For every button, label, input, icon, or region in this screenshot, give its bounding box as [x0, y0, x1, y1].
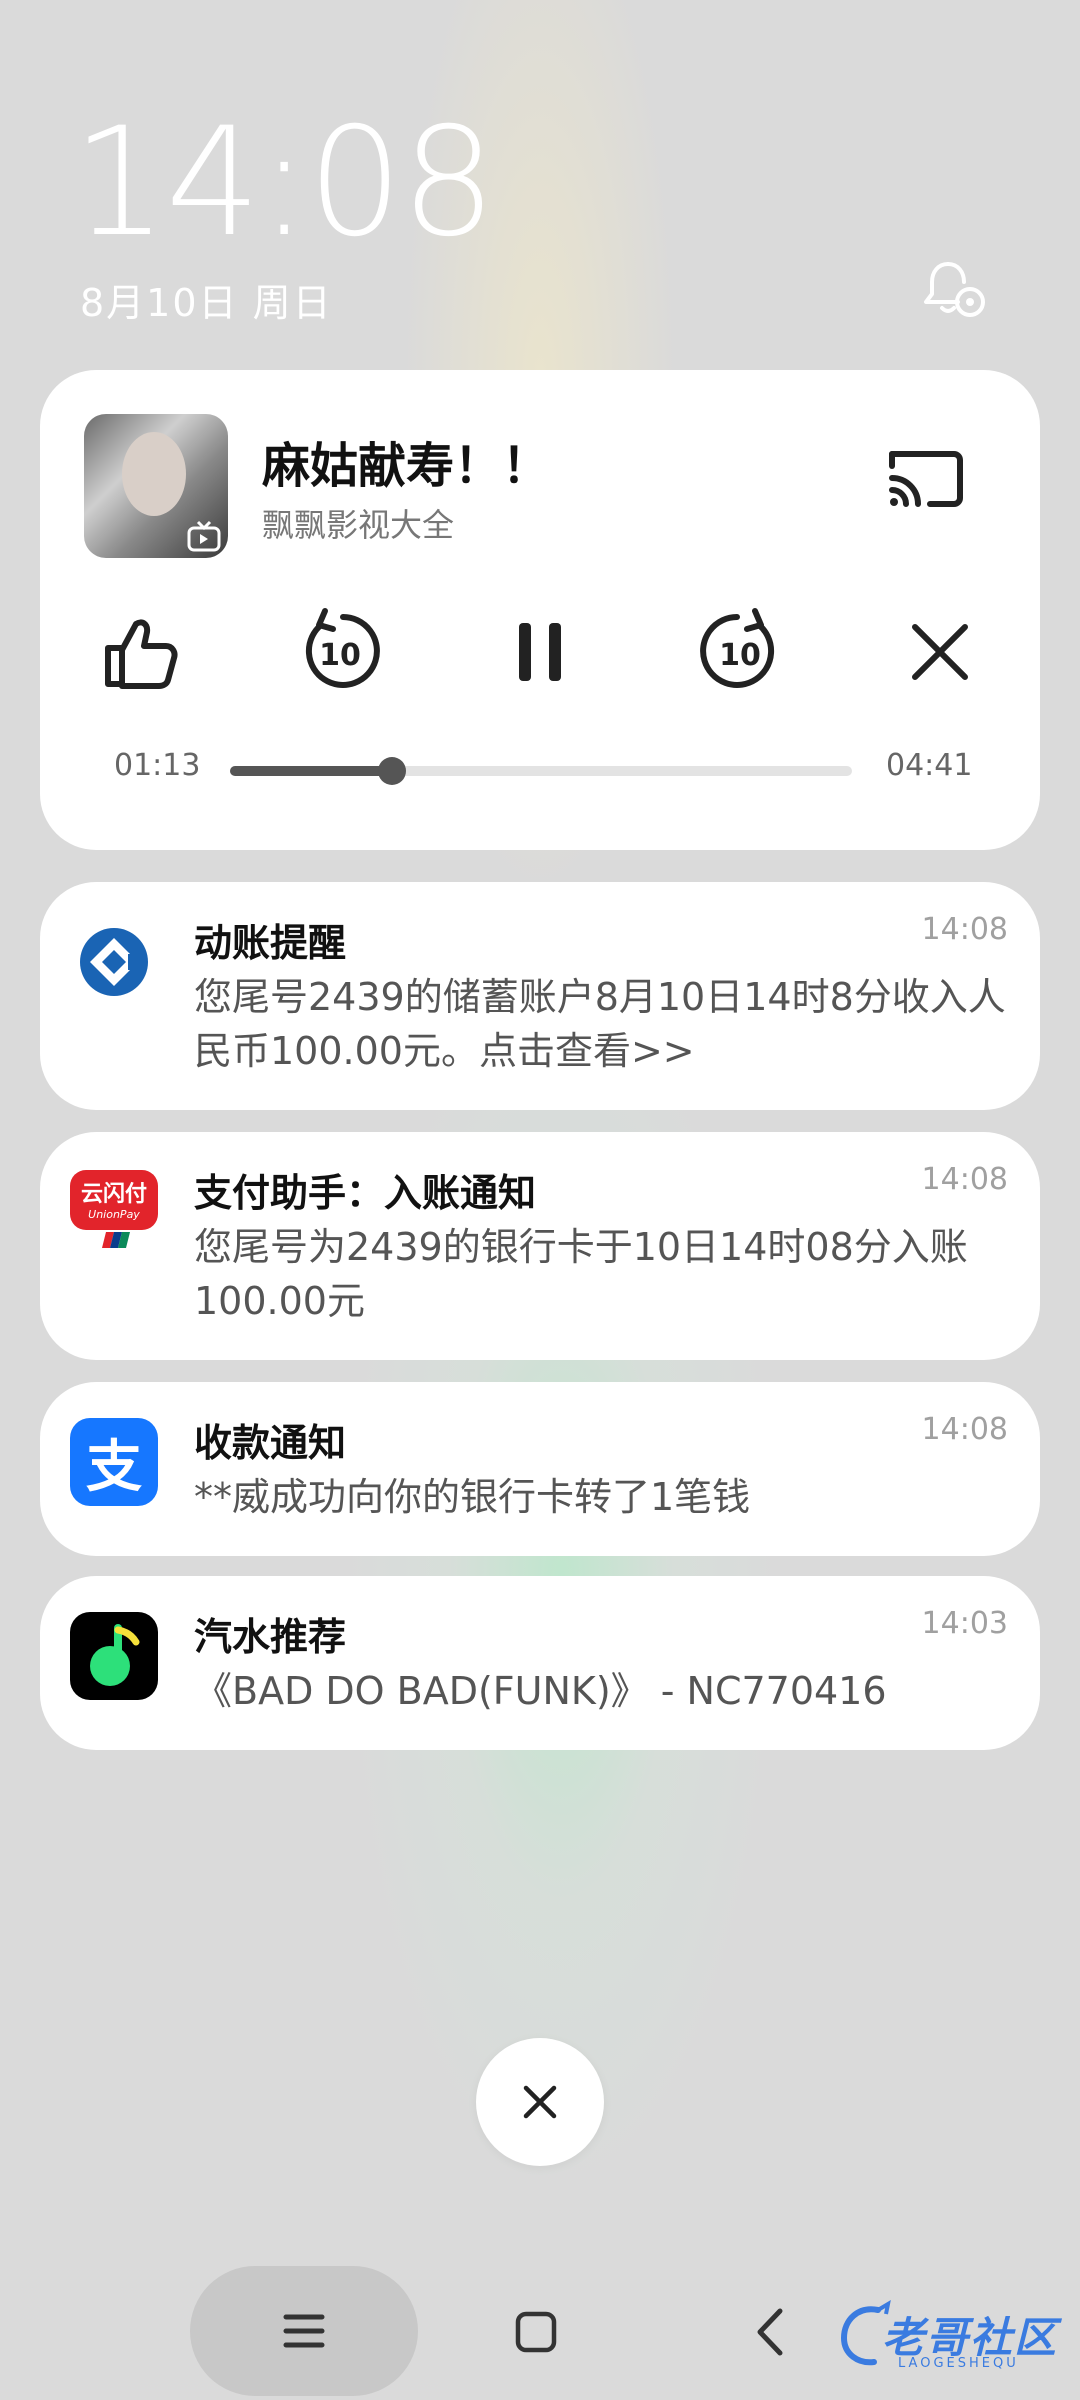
- alipay-app-icon: 支: [70, 1418, 158, 1506]
- svg-text:10: 10: [719, 638, 761, 673]
- notification-ccb[interactable]: 动账提醒 14:08 您尾号2439的储蓄账户8月10日14时8分收入人民币10…: [40, 882, 1040, 1110]
- notification-time: 14:08: [921, 912, 1008, 947]
- notification-body: 《BAD DO BAD(FUNK)》 - NC770416: [194, 1669, 887, 1713]
- back-icon: [757, 2308, 783, 2356]
- nav-recents-button[interactable]: [190, 2266, 418, 2396]
- notification-title: 动账提醒: [194, 921, 347, 965]
- notification-alipay[interactable]: 支 收款通知 14:08 **威成功向你的银行卡转了1笔钱: [40, 1382, 1040, 1556]
- home-square-icon: [515, 2311, 557, 2353]
- unionpay-icon-sub: UnionPay: [88, 1208, 140, 1221]
- notification-unionpay[interactable]: 云闪付 UnionPay 支付助手：入账通知 14:08 您尾号为2439的银行…: [40, 1132, 1040, 1360]
- menu-icon: [283, 2314, 325, 2348]
- notification-title: 支付助手：入账通知: [194, 1171, 537, 1215]
- lockscreen-clock: 14:08: [72, 96, 496, 270]
- notification-qishui[interactable]: 汽水推荐 14:03 《BAD DO BAD(FUNK)》 - NC770416: [40, 1576, 1040, 1750]
- progress-bar[interactable]: [230, 757, 852, 785]
- unionpay-icon-text: 云闪付: [80, 1182, 147, 1207]
- clear-notifications-button[interactable]: [476, 2038, 604, 2166]
- pause-icon[interactable]: [490, 602, 590, 702]
- close-icon[interactable]: [890, 602, 990, 702]
- media-source: 飘飘影视大全: [262, 506, 455, 544]
- cover-art: [122, 432, 186, 516]
- notification-body: 您尾号为2439的银行卡于10日14时08分入账100.00元: [194, 1225, 968, 1323]
- ccb-app-icon: [70, 918, 158, 1006]
- unionpay-stripes-icon: [102, 1232, 130, 1248]
- svg-text:10: 10: [319, 638, 361, 673]
- progress-fill: [230, 766, 392, 776]
- rewind-10-icon[interactable]: 10: [290, 602, 390, 702]
- lockscreen-date: 8月10日 周日: [80, 281, 333, 325]
- notification-title: 收款通知: [194, 1421, 347, 1465]
- watermark-sub: LAOGESHEQU: [898, 2356, 1019, 2371]
- progress-knob[interactable]: [377, 757, 406, 785]
- alipay-icon-glyph: 支: [86, 1434, 142, 1500]
- notification-body: 您尾号2439的储蓄账户8月10日14时8分收入人民币100.00元。点击查看>…: [194, 975, 1006, 1073]
- close-icon: [523, 2085, 557, 2119]
- media-title: 麻姑献寿！！: [262, 438, 551, 494]
- cast-icon[interactable]: [886, 444, 966, 514]
- notification-body: **威成功向你的银行卡转了1笔钱: [194, 1475, 751, 1519]
- unionpay-app-icon: 云闪付 UnionPay: [70, 1170, 158, 1230]
- nav-back-button[interactable]: [740, 2294, 800, 2370]
- tv-badge-icon: [186, 520, 222, 552]
- qishui-app-icon: [70, 1612, 158, 1700]
- media-player-card[interactable]: 麻姑献寿！！ 飘飘影视大全 10 10 01:13 04:41: [40, 370, 1040, 850]
- notification-settings-icon[interactable]: [918, 252, 994, 328]
- notification-time: 14:03: [921, 1606, 1008, 1641]
- like-icon[interactable]: [90, 602, 190, 702]
- notification-time: 14:08: [921, 1412, 1008, 1447]
- album-cover[interactable]: [84, 414, 228, 558]
- watermark-logo: 老哥社区 LAOGESHEQU: [838, 2300, 1070, 2376]
- nav-home-button[interactable]: [504, 2300, 568, 2364]
- forward-10-icon[interactable]: 10: [690, 602, 790, 702]
- current-time: 01:13: [114, 748, 201, 783]
- total-time: 04:41: [886, 748, 973, 783]
- notification-title: 汽水推荐: [194, 1615, 347, 1659]
- notification-time: 14:08: [921, 1162, 1008, 1197]
